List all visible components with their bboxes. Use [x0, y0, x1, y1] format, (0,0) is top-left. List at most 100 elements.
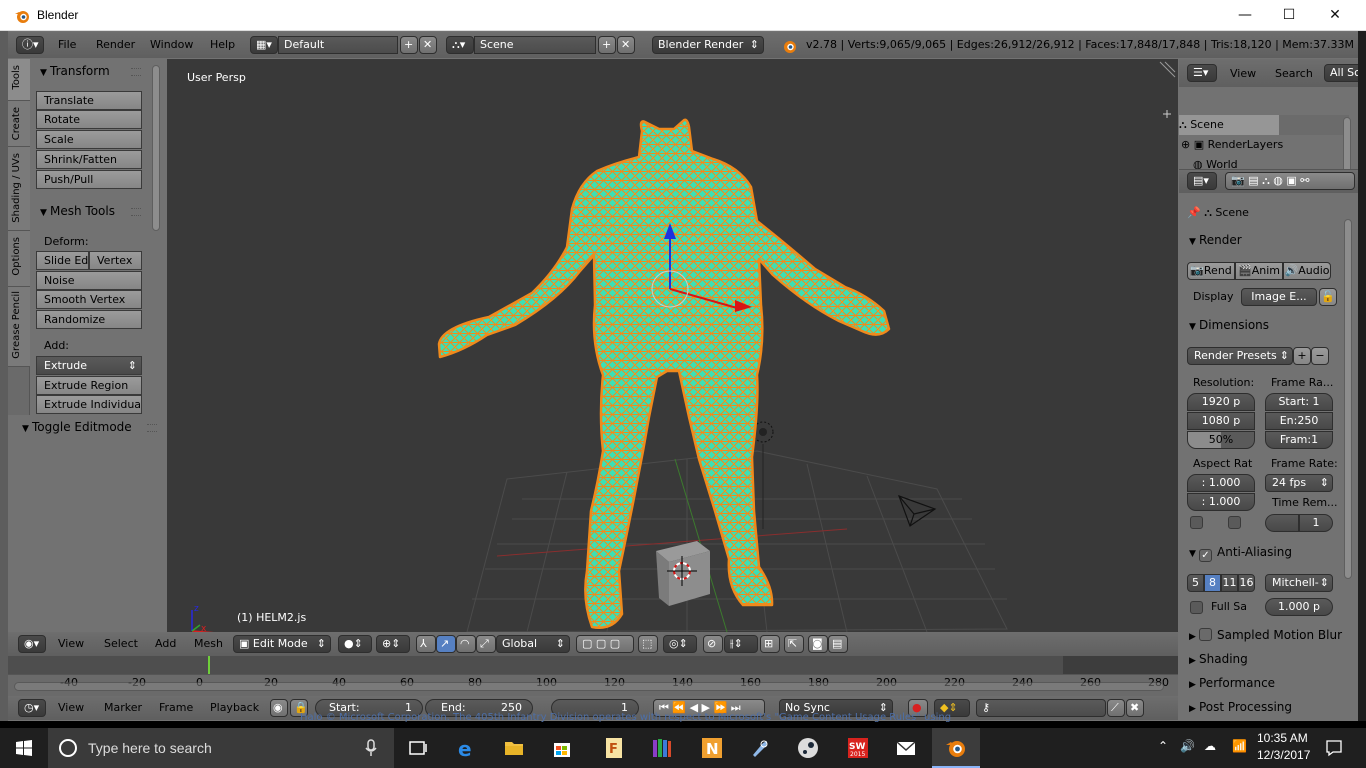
opengl-render-icon[interactable]: ◙ — [808, 635, 828, 653]
orientation-dropdown[interactable]: Global ⇕ — [496, 635, 570, 653]
preview-range-icon[interactable]: ◉ — [270, 699, 288, 717]
insert-keyframe-icon[interactable]: ⟋ — [1107, 699, 1125, 717]
file-explorer-icon[interactable] — [490, 728, 538, 768]
timeline-menu-playback[interactable]: Playback — [210, 699, 259, 717]
frame-start-field[interactable]: Start: 1 — [1265, 393, 1333, 411]
menu-mesh[interactable]: Mesh — [194, 635, 223, 653]
clock-date[interactable]: 12/3/2017 — [1257, 748, 1310, 762]
aspect-x-field[interactable]: : 1.000 — [1187, 474, 1255, 492]
action-center-icon[interactable] — [1325, 739, 1343, 757]
pivot-point-dropdown[interactable]: ⊕⇕ — [376, 635, 410, 653]
snap-toggle-icon[interactable]: ⊘ — [703, 635, 723, 653]
scene-name-field[interactable]: Scene — [474, 36, 596, 54]
border-checkbox[interactable] — [1190, 516, 1203, 529]
menu-window[interactable]: Window — [150, 36, 193, 54]
editor-type-3d-icon[interactable]: ◉▾ — [18, 635, 46, 653]
outliner-menu-view[interactable]: View — [1230, 65, 1256, 83]
scene-selector-icon[interactable]: ⛬▾ — [446, 36, 474, 54]
steam-icon[interactable] — [784, 728, 832, 768]
time-remap-old-field[interactable] — [1265, 514, 1299, 532]
resolution-x-field[interactable]: 1920 p — [1187, 393, 1255, 411]
aa-filter-dropdown[interactable]: Mitchell- ⇕ — [1265, 574, 1333, 592]
volume-icon[interactable]: 🔊 — [1180, 739, 1195, 753]
n-app-icon[interactable]: N — [688, 728, 736, 768]
menu-render[interactable]: Render — [96, 36, 135, 54]
extrude-region-button[interactable]: Extrude Region — [36, 376, 142, 395]
limit-selection-icon[interactable]: ⬚ — [638, 635, 658, 653]
snap-element-dropdown[interactable]: ⫲⇕ — [724, 635, 758, 653]
antialiasing-checkbox[interactable]: ✓ — [1199, 549, 1212, 562]
render-still-button[interactable]: 📷Rend — [1187, 262, 1235, 280]
3d-viewport[interactable]: z x User Persp (1) HELM2.js — [167, 59, 1178, 632]
tab-tools[interactable]: Tools — [8, 59, 30, 101]
tab-grease-pencil[interactable]: Grease Pencil — [8, 287, 30, 367]
mail-icon[interactable] — [882, 728, 930, 768]
toggle-editmode-panel-header[interactable]: ▼ Toggle Editmode — [8, 417, 167, 437]
start-button[interactable] — [0, 728, 48, 768]
remove-layout-icon[interactable]: ✕ — [419, 36, 437, 54]
current-frame-indicator[interactable] — [208, 656, 210, 674]
close-button[interactable]: ✕ — [1312, 0, 1358, 31]
vertex-slide-button[interactable]: Vertex — [89, 251, 142, 270]
clock-time[interactable]: 10:35 AM — [1257, 731, 1308, 745]
antialiasing-panel-header[interactable]: ▼ ✓ Anti-Aliasing — [1179, 542, 1358, 562]
snap-target-icon[interactable]: ⊞ — [760, 635, 780, 653]
motion-blur-checkbox[interactable] — [1199, 628, 1212, 641]
menu-add[interactable]: Add — [155, 635, 176, 653]
blender-taskbar-icon[interactable] — [932, 728, 980, 768]
push-pull-button[interactable]: Push/Pull — [36, 170, 142, 189]
timeline-menu-marker[interactable]: Marker — [104, 699, 142, 717]
outliner-scrollbar-v[interactable] — [1343, 117, 1351, 175]
timeline[interactable]: -40-200204060801001201401601802002202402… — [8, 656, 1178, 696]
motion-blur-panel-header[interactable]: ▶ Sampled Motion Blur — [1179, 625, 1358, 645]
panel-grip-icon[interactable] — [131, 68, 141, 76]
opengl-animation-icon[interactable]: ▤ — [828, 635, 848, 653]
editor-type-info-icon[interactable]: ⓘ▾ — [16, 36, 44, 54]
taskbar-search-box[interactable]: Type here to search — [48, 728, 394, 768]
manipulator-toggle-icon[interactable]: ⅄ — [416, 635, 436, 653]
layout-name-field[interactable]: Default — [278, 36, 398, 54]
tab-options[interactable]: Options — [8, 231, 30, 287]
frame-end-field[interactable]: En:250 — [1265, 412, 1333, 430]
aspect-y-field[interactable]: : 1.000 — [1187, 493, 1255, 511]
render-engine-dropdown[interactable]: Blender Render ⇕ — [652, 36, 764, 54]
transform-panel-header[interactable]: ▼ Transform — [30, 61, 167, 81]
smooth-vertex-button[interactable]: Smooth Vertex — [36, 290, 142, 309]
file-app-icon[interactable]: F — [590, 728, 638, 768]
add-preset-icon[interactable]: + — [1293, 347, 1311, 365]
maximize-button[interactable]: ☐ — [1266, 0, 1312, 31]
full-sample-checkbox[interactable] — [1190, 601, 1203, 614]
layer-icon[interactable]: ⇱ — [784, 635, 804, 653]
slide-edge-button[interactable]: Slide Ed — [36, 251, 89, 270]
area-split-handle-icon[interactable] — [1159, 61, 1176, 78]
render-panel-header[interactable]: ▼ Render — [1179, 230, 1358, 250]
onedrive-icon[interactable]: ☁ — [1204, 739, 1216, 753]
properties-scrollbar[interactable] — [1344, 219, 1352, 579]
randomize-button[interactable]: Randomize — [36, 310, 142, 329]
editor-type-outliner-icon[interactable]: ☰▾ — [1187, 64, 1217, 82]
add-scene-icon[interactable]: + — [598, 36, 616, 54]
menu-file[interactable]: File — [58, 36, 76, 54]
proportional-edit-dropdown[interactable]: ◎⇕ — [663, 635, 697, 653]
mesh-tools-panel-header[interactable]: ▼ Mesh Tools — [30, 201, 167, 221]
shading-panel-header[interactable]: ▶ Shading — [1179, 649, 1358, 669]
frame-rate-dropdown[interactable]: 24 fps ⇕ — [1265, 474, 1333, 492]
network-icon[interactable]: 📶 — [1232, 739, 1247, 753]
mode-dropdown[interactable]: ▣ Edit Mode ⇕ — [233, 635, 331, 653]
outliner-item-renderlayers[interactable]: ⊕ ▣ RenderLayers — [1181, 136, 1283, 154]
display-dropdown[interactable]: Image E... — [1241, 288, 1317, 306]
extrude-dropdown[interactable]: Extrude ⇕ — [36, 356, 142, 375]
lock-interface-icon[interactable]: 🔓 — [1319, 288, 1337, 306]
aa-samples-11[interactable]: 11 — [1221, 574, 1238, 592]
tab-create[interactable]: Create — [8, 101, 30, 147]
scale-manipulator-icon[interactable]: ⤢ — [476, 635, 496, 653]
time-remap-new-field[interactable]: 1 — [1299, 514, 1333, 532]
edge-browser-icon[interactable]: e — [442, 728, 490, 768]
outliner-menu-search[interactable]: Search — [1275, 65, 1313, 83]
tab-shading-uvs[interactable]: Shading / UVs — [8, 147, 30, 231]
remove-preset-icon[interactable]: − — [1311, 347, 1329, 365]
render-audio-button[interactable]: 🔊Audio — [1283, 262, 1331, 280]
region-expand-icon[interactable] — [1163, 110, 1171, 118]
post-processing-panel-header[interactable]: ▶ Post Processing — [1179, 697, 1358, 717]
frame-step-field[interactable]: Fram:1 — [1265, 431, 1333, 449]
